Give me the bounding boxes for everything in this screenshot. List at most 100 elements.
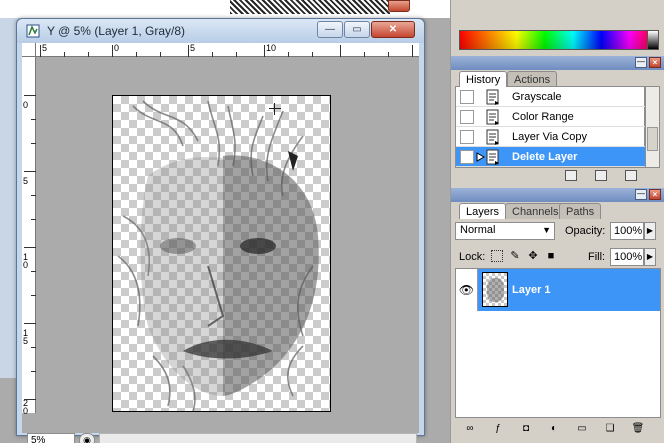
ruler-v-label: 10 [23,252,29,270]
lock-move-icon[interactable]: ✥ [527,250,539,262]
layer-name: Layer 1 [512,284,551,296]
palette-close-button[interactable]: × [649,189,661,200]
cursor-crosshair [269,103,281,115]
document-content: 5 0 5 10 0 5 10 15 20 5% ◉ [22,43,419,443]
lock-label: Lock: [459,251,486,263]
ruler-v-label: 5 [23,176,29,186]
history-state-slider-icon[interactable] [476,152,485,162]
history-list: Grayscale Color Range Layer Via Copy Del… [455,86,646,168]
layer-row[interactable]: 👁 Layer 1 [456,269,660,311]
palette-minimize-button[interactable]: — [635,189,647,200]
face-artwork [117,100,319,411]
background-window-close-button[interactable] [388,0,410,12]
ruler-tick [340,45,341,57]
blend-mode-value: Normal [460,224,496,236]
ruler-h-label: 10 [266,43,277,53]
opacity-label: Opacity: [565,225,606,237]
ruler-tick [24,323,36,324]
layers-palette-titlebar[interactable]: — × [451,188,664,202]
history-palette-titlebar[interactable]: — × [451,56,664,70]
ruler-h-label: 5 [190,43,196,53]
photoshop-document-icon [26,24,40,38]
ruler-tick [24,399,36,400]
history-source-box[interactable] [460,150,474,164]
layers-list: 👁 Layer 1 [455,268,661,418]
image-canvas[interactable] [112,95,331,412]
visibility-eye-icon[interactable]: 👁 [456,269,478,311]
history-item-label: Color Range [512,111,574,123]
ruler-v-label: 20 [23,398,29,416]
palette-close-button[interactable]: × [649,57,661,68]
layer-style-icon[interactable]: ƒ [491,423,505,436]
palette-dock: — × History Actions Grayscale Color Rang… [450,0,664,443]
layer-thumbnail [482,272,508,307]
canvas-workspace[interactable] [36,57,419,413]
history-item[interactable]: Color Range [456,107,646,127]
adjustment-layer-icon[interactable]: ◐ [547,423,561,436]
trash-icon[interactable]: 🗑 [631,423,645,436]
tab-channels[interactable]: Channels [505,203,566,219]
new-snapshot-icon[interactable] [595,170,607,181]
ruler-tick [264,45,265,57]
layer-item-selected[interactable]: Layer 1 [478,269,660,311]
history-item-selected[interactable]: Delete Layer [456,147,646,167]
history-tabs: History Actions [455,71,661,87]
ruler-tick [188,45,189,57]
fill-label: Fill: [588,251,606,263]
ruler-tick [40,45,41,57]
layer-mask-icon[interactable]: ◘ [519,423,533,436]
history-scrollbar[interactable] [645,86,660,168]
fill-field[interactable]: 100% [610,248,644,266]
tab-actions[interactable]: Actions [507,71,558,87]
grayscale-ramp[interactable] [647,30,659,50]
history-source-box[interactable] [460,110,474,124]
ruler-tick [412,45,413,57]
new-group-icon[interactable]: ▭ [575,423,589,436]
ruler-origin[interactable] [22,43,36,57]
maximize-button[interactable]: ▭ [344,21,370,38]
fill-slider-arrow-icon[interactable]: ▶ [644,248,656,266]
tab-paths[interactable]: Paths [559,203,602,219]
layers-footer: ∞ ƒ ◘ ◐ ▭ ❏ 🗑 [455,420,661,440]
lock-transparency-icon[interactable] [491,250,503,262]
new-document-from-state-icon[interactable] [565,170,577,181]
vertical-ruler[interactable]: 0 5 10 15 20 [22,57,36,416]
color-spectrum-bar[interactable] [459,30,659,50]
zoom-level-field[interactable]: 5% [27,433,75,443]
ruler-tick [112,45,113,57]
opacity-field[interactable]: 100% [610,222,644,240]
tab-history[interactable]: History [459,71,508,87]
close-button[interactable]: ✕ [371,21,415,38]
history-item-label: Delete Layer [512,151,578,163]
background-document-strip [0,0,450,18]
layers-tabs: Layers Channels Paths [455,203,661,219]
blend-mode-dropdown[interactable]: Normal ▼ [455,222,555,240]
opacity-slider-arrow-icon[interactable]: ▶ [644,222,656,240]
history-source-box[interactable] [460,130,474,144]
lock-row: Lock: ✎ ✥ ■ Fill: 100% ▶ [455,248,661,266]
minimize-button[interactable]: — [317,21,343,38]
palette-minimize-button[interactable]: — [635,57,647,68]
tab-layers[interactable]: Layers [459,203,507,219]
document-titlebar[interactable]: Y @ 5% (Layer 1, Gray/8) — ▭ ✕ [17,19,424,43]
history-state-icon [486,109,499,125]
ruler-v-label: 0 [23,100,29,110]
trash-icon[interactable] [625,170,637,181]
ruler-v-label: 15 [23,328,29,346]
lock-paint-icon[interactable]: ✎ [509,250,521,262]
scrollbar-thumb[interactable] [647,127,658,151]
horizontal-scrollbar[interactable] [99,433,417,443]
history-source-box[interactable] [460,90,474,104]
horizontal-ruler[interactable]: 5 0 5 10 [36,43,419,57]
history-state-icon [486,129,499,145]
document-title: Y @ 5% (Layer 1, Gray/8) [47,24,186,38]
history-item[interactable]: Layer Via Copy [456,127,646,147]
lock-all-icon[interactable]: ■ [545,250,557,262]
link-layers-icon[interactable]: ∞ [463,423,477,436]
new-layer-icon[interactable]: ❏ [603,423,617,436]
chevron-down-icon: ▼ [542,225,551,235]
status-menu-icon[interactable]: ◉ [79,433,95,443]
history-item[interactable]: Grayscale [456,87,646,107]
history-footer [455,168,661,184]
background-image-fragment [230,0,390,14]
